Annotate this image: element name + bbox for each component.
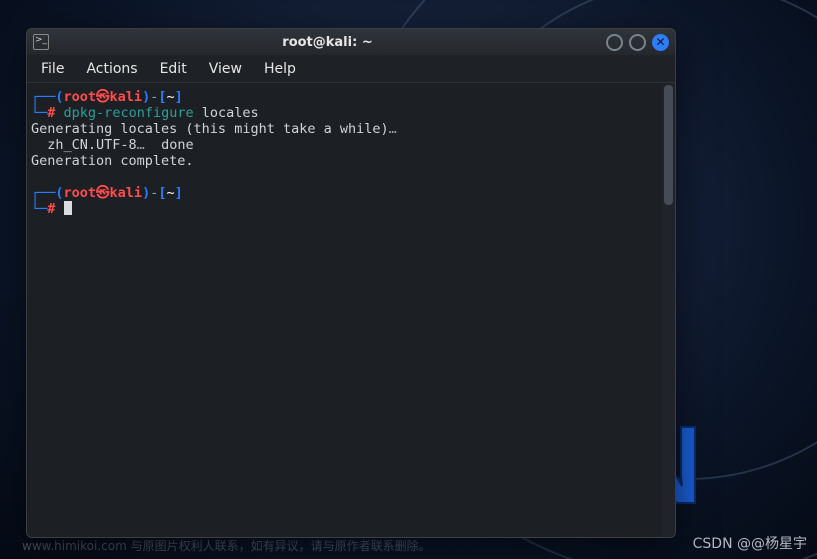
watermark-left: www.himikoi.com 与原图片权利人联系，如有异议，请与原作者联系删除… — [22, 537, 431, 554]
cursor — [64, 201, 72, 215]
terminal-output: ┌──(root㉿kali)-[~] └─# dpkg-reconfigure … — [31, 89, 669, 217]
menu-file[interactable]: File — [31, 58, 74, 80]
scrollbar[interactable] — [662, 83, 675, 537]
minimize-button[interactable] — [606, 34, 623, 51]
menu-help[interactable]: Help — [254, 58, 306, 80]
maximize-button[interactable] — [629, 34, 646, 51]
terminal-body[interactable]: ┌──(root㉿kali)-[~] └─# dpkg-reconfigure … — [27, 83, 675, 537]
window-title: root@kali: ~ — [55, 35, 600, 50]
close-icon: ✕ — [655, 36, 665, 48]
terminal-window: >_ root@kali: ~ ✕ File Actions Edit View… — [26, 28, 676, 538]
close-button[interactable]: ✕ — [652, 34, 669, 51]
scrollbar-thumb[interactable] — [664, 85, 673, 205]
menubar: File Actions Edit View Help — [27, 55, 675, 83]
titlebar[interactable]: >_ root@kali: ~ ✕ — [27, 29, 675, 55]
menu-view[interactable]: View — [199, 58, 252, 80]
terminal-app-icon: >_ — [33, 34, 49, 50]
watermark-right: CSDN @@杨星宇 — [693, 533, 807, 553]
menu-actions[interactable]: Actions — [76, 58, 147, 80]
menu-edit[interactable]: Edit — [150, 58, 197, 80]
